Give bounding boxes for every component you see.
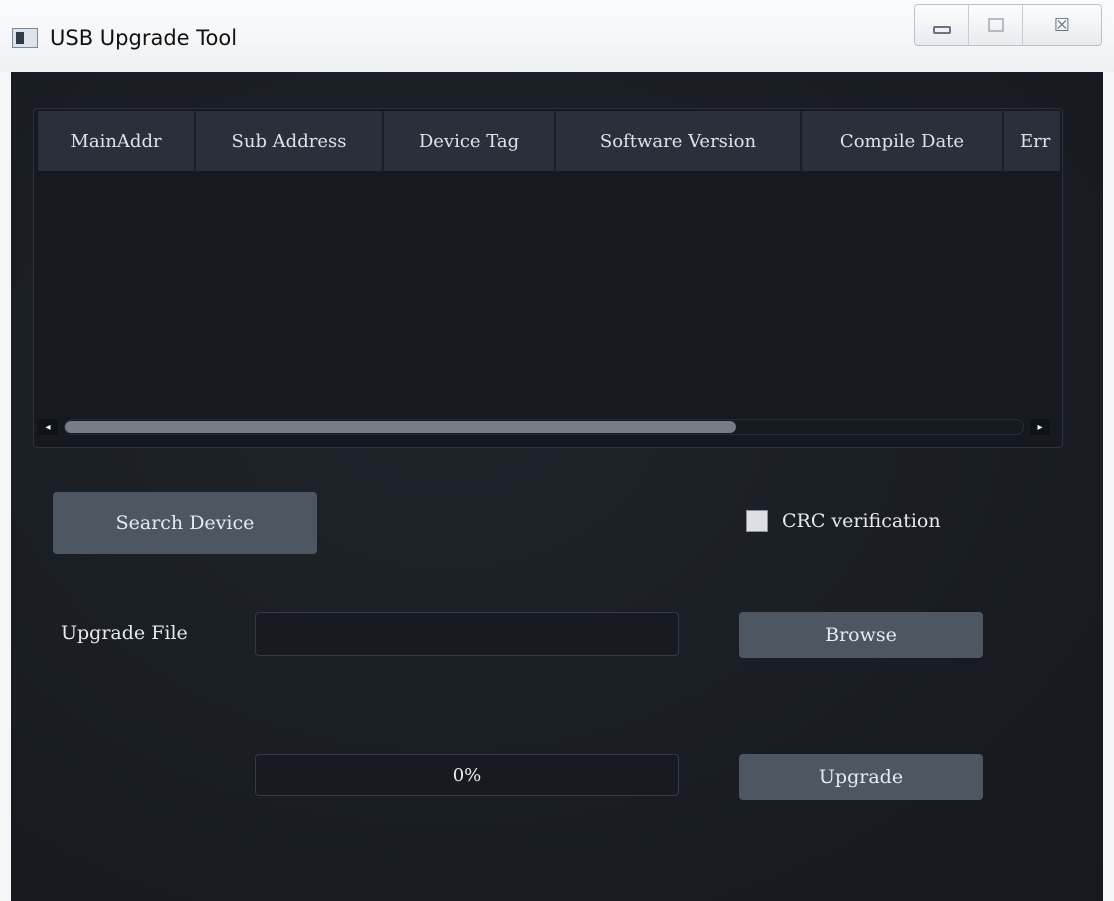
- maximize-icon: [987, 18, 1004, 32]
- upgrade-file-label: Upgrade File: [61, 622, 188, 644]
- client-area: MainAddr Sub Address Device Tag Software…: [11, 72, 1103, 901]
- upgrade-progress-bar: 0%: [255, 754, 679, 796]
- scroll-left-icon[interactable]: ◂: [38, 419, 58, 435]
- device-table: MainAddr Sub Address Device Tag Software…: [33, 108, 1063, 448]
- column-header-mainaddr[interactable]: MainAddr: [38, 111, 196, 171]
- crc-verification-checkbox[interactable]: CRC verification: [746, 510, 941, 532]
- scroll-right-icon[interactable]: ▸: [1030, 419, 1050, 435]
- maximize-button[interactable]: [969, 5, 1023, 45]
- app-window: USB Upgrade Tool ☒ MainAddr Sub Address …: [0, 0, 1114, 901]
- app-icon: [12, 28, 38, 48]
- horizontal-scrollbar[interactable]: ◂ ▸: [38, 415, 1060, 439]
- browse-button[interactable]: Browse: [739, 612, 983, 658]
- crc-verification-label: CRC verification: [782, 510, 941, 532]
- scroll-thumb[interactable]: [65, 421, 736, 433]
- column-header-software-version[interactable]: Software Version: [556, 111, 802, 171]
- minimize-icon: [932, 26, 951, 34]
- close-button[interactable]: ☒: [1023, 5, 1101, 45]
- upgrade-file-input[interactable]: [255, 612, 679, 656]
- close-icon: ☒: [1053, 14, 1071, 36]
- column-header-err[interactable]: Err: [1004, 111, 1060, 171]
- scroll-track[interactable]: [64, 419, 1024, 435]
- table-header: MainAddr Sub Address Device Tag Software…: [38, 111, 1060, 171]
- checkbox-box[interactable]: [746, 510, 768, 532]
- minimize-button[interactable]: [915, 5, 969, 45]
- upgrade-button[interactable]: Upgrade: [739, 754, 983, 800]
- title-bar[interactable]: USB Upgrade Tool ☒: [0, 0, 1114, 72]
- window-controls: ☒: [914, 4, 1102, 46]
- search-device-button[interactable]: Search Device: [53, 492, 317, 554]
- progress-text: 0%: [452, 764, 482, 786]
- column-header-compile-date[interactable]: Compile Date: [802, 111, 1004, 171]
- column-header-sub-address[interactable]: Sub Address: [196, 111, 384, 171]
- window-title: USB Upgrade Tool: [50, 26, 238, 50]
- column-header-device-tag[interactable]: Device Tag: [384, 111, 556, 171]
